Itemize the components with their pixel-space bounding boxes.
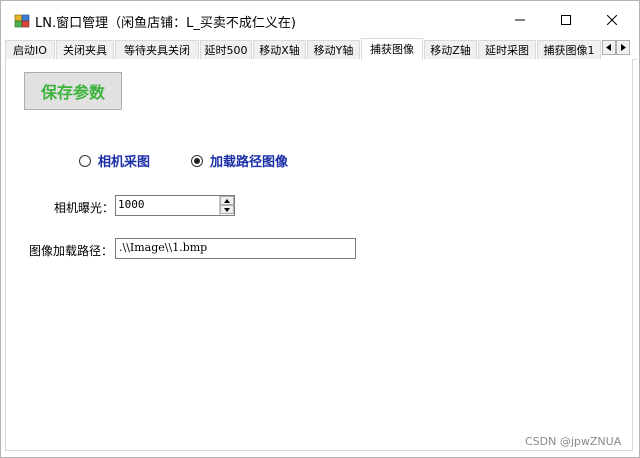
radio-circle-camera[interactable] <box>79 154 91 167</box>
radio-load-path-image[interactable]: 加载路径图像 <box>191 151 288 170</box>
arrow-left-icon <box>606 44 611 51</box>
tab-scroll-left-button[interactable] <box>602 40 616 55</box>
tab-capture-image-1[interactable]: 捕获图像1 <box>537 40 601 59</box>
tab-move-x[interactable]: 移动X轴 <box>253 40 306 59</box>
exposure-label: 相机曝光： <box>54 201 115 215</box>
exposure-spinner[interactable] <box>219 196 234 215</box>
tab-delay-500[interactable]: 延时500 <box>200 40 252 59</box>
exposure-value[interactable]: 1000 <box>118 198 145 211</box>
tab-start-io[interactable]: 启动IO <box>5 40 55 59</box>
tab-move-z[interactable]: 移动Z轴 <box>424 40 477 59</box>
close-button[interactable] <box>589 1 635 39</box>
maximize-button[interactable] <box>543 1 589 39</box>
radio-circle-load[interactable] <box>191 154 203 167</box>
tab-scroll-right-button[interactable] <box>616 40 630 55</box>
spin-down-button[interactable] <box>220 205 234 214</box>
exposure-numeric-input[interactable]: 1000 <box>115 195 235 216</box>
tab-strip: 启动IO 关闭夹具 等待夹具关闭 延时500 移动X轴 移动Y轴 捕获图像 移动… <box>5 38 637 60</box>
tab-close-fixture[interactable]: 关闭夹具 <box>56 40 114 59</box>
app-window: LN.窗口管理（闲鱼店铺：L_买卖不成仁义在) 启动IO 关闭夹具 等待夹具关闭… <box>0 0 640 458</box>
tab-move-y[interactable]: 移动Y轴 <box>307 40 360 59</box>
radio-load-label: 加载路径图像 <box>210 155 289 170</box>
app-icon <box>14 14 30 28</box>
close-icon <box>607 15 617 25</box>
save-params-button[interactable]: 保存参数 <box>24 72 122 110</box>
tab-capture-image[interactable]: 捕获图像 <box>361 38 423 60</box>
image-path-label: 图像加载路径： <box>29 244 114 258</box>
minimize-button[interactable] <box>497 1 543 39</box>
radio-camera-capture[interactable]: 相机采图 <box>79 151 150 170</box>
spin-up-button[interactable] <box>220 196 234 205</box>
tab-page-capture-image: 保存参数 相机采图 加载路径图像 相机曝光： 1000 图像加载路径： .\\I… <box>5 59 633 451</box>
maximize-icon <box>561 15 571 25</box>
spin-down-icon <box>224 207 230 212</box>
image-path-input[interactable]: .\\Image\\1.bmp <box>115 238 356 259</box>
tab-wait-fixture[interactable]: 等待夹具关闭 <box>115 40 199 59</box>
title-bar[interactable]: LN.窗口管理（闲鱼店铺：L_买卖不成仁义在) <box>1 1 639 39</box>
window-title: LN.窗口管理（闲鱼店铺：L_买卖不成仁义在) <box>35 16 296 31</box>
radio-camera-label: 相机采图 <box>98 155 151 170</box>
arrow-right-icon <box>621 44 626 51</box>
spin-up-icon <box>224 198 230 203</box>
minimize-icon <box>515 19 525 21</box>
tab-delay-capture[interactable]: 延时采图 <box>478 40 536 59</box>
watermark-text: CSDN @jpwZNUA <box>525 435 622 448</box>
